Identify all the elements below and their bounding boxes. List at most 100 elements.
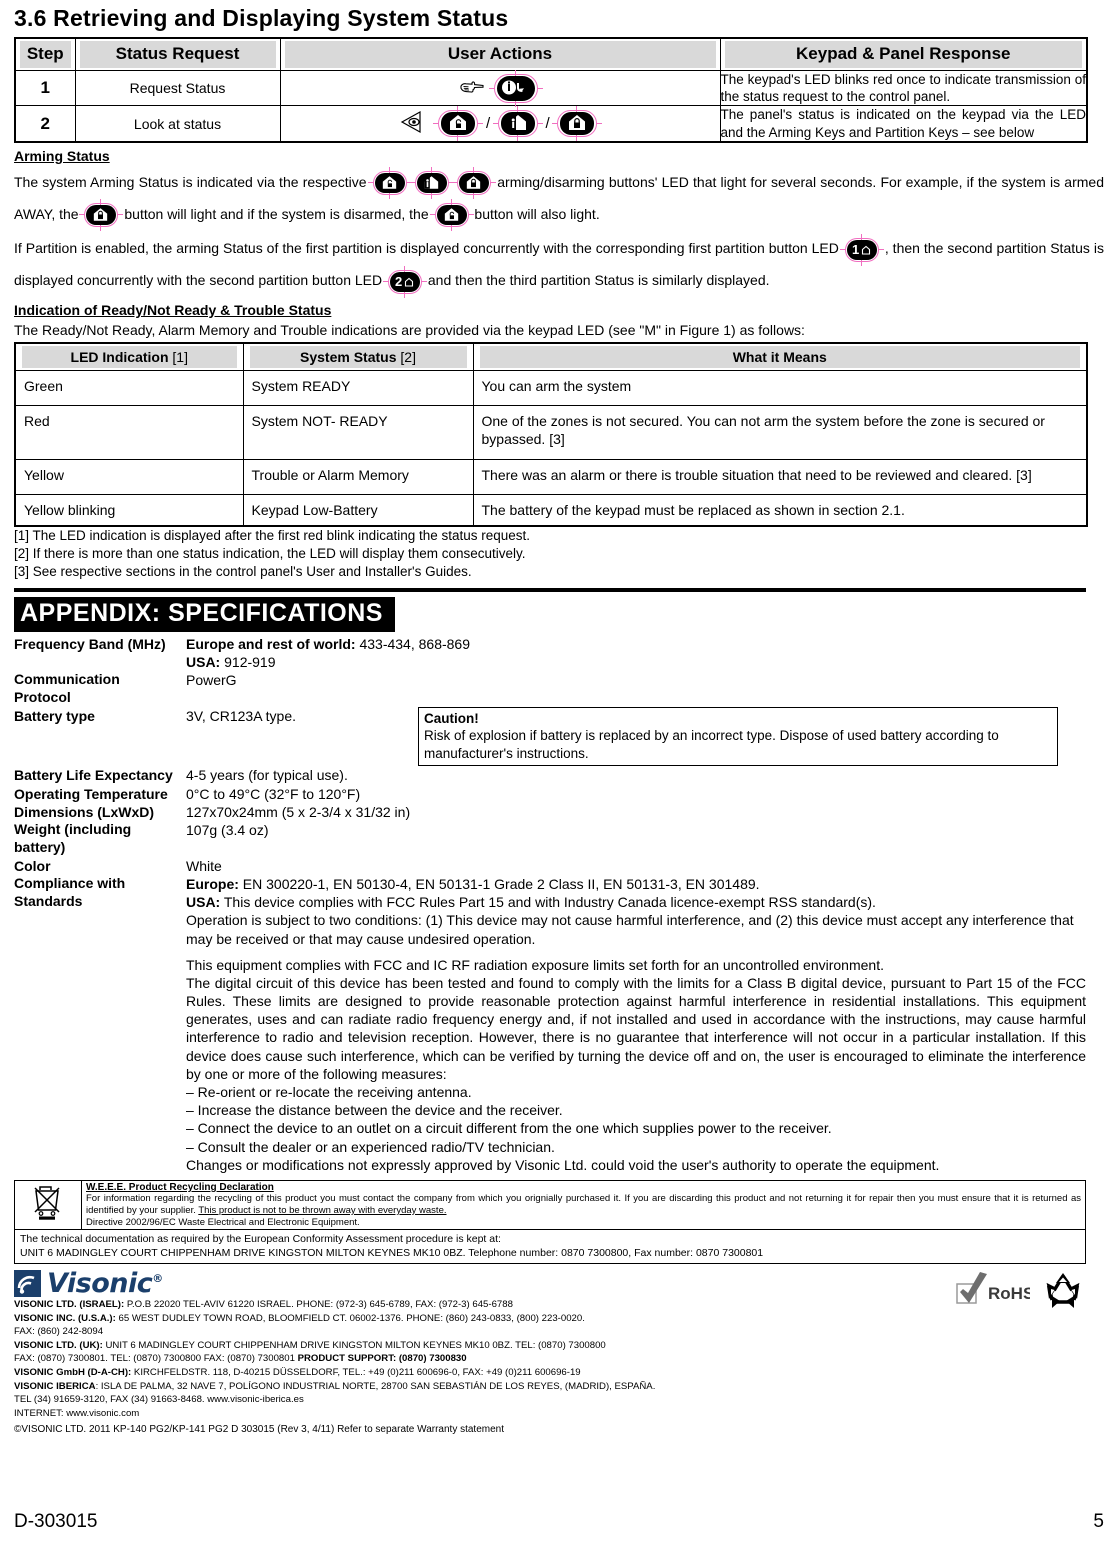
home-arm-key-icon <box>409 167 454 200</box>
table-row: Yellow Trouble or Alarm Memory There was… <box>14 458 1088 495</box>
registered-mark: ® <box>152 1272 163 1286</box>
response-text: The keypad's LED blinks red once to indi… <box>720 71 1087 105</box>
company-addresses: VISONIC LTD. (ISRAEL): P.O.B 22020 TEL-A… <box>14 1298 1086 1437</box>
table-row: 2 Look at status / / The panel's status … <box>14 105 1088 143</box>
compliance-measure: – Increase the distance between the devi… <box>186 1102 563 1119</box>
keypad-response-cell: The panel's status is indicated on the k… <box>719 105 1088 143</box>
what-it-means-value: You can arm the system <box>472 369 1088 407</box>
caution-box: Caution! Risk of explosion if battery is… <box>418 706 1058 767</box>
spec-label: Weight (including battery) <box>14 820 132 855</box>
address-rest: : ISLA DE PALMA, 32 NAVE 7, POLÍGONO IND… <box>95 1380 656 1392</box>
hand-pointer-icon <box>459 77 485 100</box>
spec-label: Communication Protocol <box>14 670 120 705</box>
arming-status-heading: Arming Status <box>14 147 110 164</box>
separator-slash: / <box>545 115 550 133</box>
system-status-value: System READY <box>242 369 474 407</box>
address-rest: KIRCHFELDSTR. 118, D-40215 DÜSSELDORF, T… <box>131 1367 581 1379</box>
led-indication-value: Red <box>14 405 244 460</box>
spec-label: Operating Temperature <box>14 785 168 802</box>
weee-text-cell: W.E.E.E. Product Recycling Declaration F… <box>81 1179 1086 1230</box>
table-row: 1 Request Status The keypad's LED blinks… <box>14 69 1088 107</box>
visonic-logo: Visonic® <box>14 1268 1086 1300</box>
what-it-means-value: One of the zones is not secured. You can… <box>472 405 1088 460</box>
arming-text-d: button will also light. <box>474 206 600 223</box>
header-label-keypad-response: Keypad & Panel Response <box>724 41 1082 68</box>
address-line: TEL (34) 91659-3120, FAX (34) 91663-8468… <box>14 1393 1086 1407</box>
logo-text: Visonic <box>47 1268 153 1300</box>
spec-label: Battery type <box>14 707 95 724</box>
spec-row-weight: Weight (including battery) 107g (3.4 oz) <box>14 821 1086 857</box>
address-rest: UNIT 6 MADINGLEY COURT CHIPPENHAM DRIVE … <box>102 1339 606 1351</box>
header-label-what-it-means: What it Means <box>479 345 1080 368</box>
compliance-measure: – Re-orient or re-locate the receiving a… <box>186 1084 472 1100</box>
partition-text-a: If Partition is enabled, the arming Stat… <box>14 240 839 257</box>
weee-body: For information regarding the recycling … <box>86 1193 1081 1217</box>
compliance-europe-label: Europe: <box>186 875 239 892</box>
address-bold: VISONIC IBERICA <box>14 1380 96 1392</box>
address-bold: VISONIC LTD. (ISRAEL): <box>14 1299 125 1311</box>
header-label-led-indication: LED Indication [1] <box>22 345 237 368</box>
header-ref-text: [1] <box>168 348 188 365</box>
spec-value: 107g (3.4 oz) <box>186 821 269 838</box>
header-bold-text: What it Means <box>732 348 827 365</box>
footnote-3: [3] See respective sections in the contr… <box>14 564 472 580</box>
address-bold: VISONIC LTD. (UK): <box>14 1339 103 1351</box>
spec-value: 127x70x24mm (5 x 2-3/4 x 31/32 in) <box>186 803 411 820</box>
status-steps-table: Step Status Request User Actions Keypad … <box>14 37 1088 143</box>
header-ref-text: [2] <box>396 348 416 365</box>
spec-value-europe: 433-434, 868-869 <box>355 635 471 652</box>
address-rest: FAX: (0870) 7300801. TEL: (0870) 7300800… <box>14 1353 298 1365</box>
footer: Visonic® RoHS VISONIC LTD. (ISRAEL): P.O… <box>14 1270 1086 1437</box>
spec-value: Europe and rest of world: 433-434, 868-8… <box>186 635 1086 671</box>
weee-declaration-box: W.E.E.E. Product Recycling Declaration F… <box>14 1179 1086 1230</box>
footnote-1: [1] The LED indication is displayed afte… <box>14 527 531 543</box>
spec-value: 3V, CR123A type. Caution! Risk of explos… <box>186 706 1086 767</box>
disarm-key-icon <box>367 167 412 200</box>
header-cell-user-actions: User Actions <box>279 37 721 71</box>
appendix-title: APPENDIX: SPECIFICATIONS <box>14 596 395 632</box>
spec-row-battery-type: Battery type 3V, CR123A type. Caution! R… <box>14 706 1086 767</box>
header-cell-status-request: Status Request <box>74 37 281 71</box>
away-arm-key-icon <box>552 106 603 142</box>
table-row: Red System NOT- READY One of the zones i… <box>14 405 1088 460</box>
spec-label: Battery Life Expectancy <box>14 767 173 784</box>
spec-label: Dimensions (LxWxD) <box>14 803 155 820</box>
rohs-check-icon: RoHS <box>956 1272 1030 1304</box>
what-it-means-value: There was an alarm or there is trouble s… <box>472 458 1088 495</box>
user-action-cell <box>279 69 721 107</box>
spec-label: Frequency Band (MHz) <box>14 635 166 652</box>
address-rest: INTERNET: www.visonic.com <box>14 1407 140 1419</box>
document-page: 3.6 Retrieving and Displaying System Sta… <box>0 0 1118 1541</box>
away-arm-key-icon <box>79 199 124 232</box>
address-line: VISONIC GmbH (D-A-CH): KIRCHFELDSTR. 118… <box>14 1366 1086 1380</box>
partition-1-led-icon: 1 <box>839 233 884 266</box>
specifications-table: Frequency Band (MHz) Europe and rest of … <box>14 635 1086 1174</box>
address-line: VISONIC LTD. (UK): UNIT 6 MADINGLEY COUR… <box>14 1339 1086 1353</box>
tech-doc-line-1: The technical documentation as required … <box>20 1232 501 1245</box>
address-line: VISONIC LTD. (ISRAEL): P.O.B 22020 TEL-A… <box>14 1298 1086 1312</box>
partition-text-c: and then the third partition Status is s… <box>427 272 770 289</box>
spec-value: 0°C to 49°C (32°F to 120°F) <box>186 785 361 802</box>
copyright-line: ©VISONIC LTD. 2011 KP-140 PG2/KP-141 PG2… <box>14 1423 505 1435</box>
caution-text: Risk of explosion if battery is replaced… <box>424 728 999 761</box>
page-number: 5 <box>1093 1511 1104 1532</box>
disarm-key-icon <box>429 199 474 232</box>
spec-value: PowerG <box>186 671 237 688</box>
response-text: The panel's status is indicated on the k… <box>720 107 1087 140</box>
technical-documentation-box: The technical documentation as required … <box>14 1229 1086 1265</box>
address-bold: VISONIC INC. (U.S.A.): <box>14 1312 116 1324</box>
system-status-value: Trouble or Alarm Memory <box>242 458 474 495</box>
header-cell-step: Step <box>14 37 76 71</box>
separator-slash: / <box>486 115 491 133</box>
recycle-icon <box>1046 1273 1080 1309</box>
certification-marks: RoHS <box>954 1270 1086 1312</box>
weee-row: W.E.E.E. Product Recycling Declaration F… <box>14 1179 1086 1230</box>
address-bold: VISONIC GmbH (D-A-CH): <box>14 1367 132 1379</box>
arming-status-paragraph-1: The system Arming Status is indicated vi… <box>14 166 1104 232</box>
address-line: FAX: (0870) 7300801. TEL: (0870) 7300800… <box>14 1352 1086 1366</box>
spec-value-bold-usa: USA: <box>186 653 221 670</box>
header-bold-text: LED Indication <box>70 348 169 365</box>
disarm-key-icon <box>433 106 484 142</box>
header-label-user-actions: User Actions <box>284 41 716 68</box>
header-cell-system-status: System Status [2] <box>242 342 474 371</box>
